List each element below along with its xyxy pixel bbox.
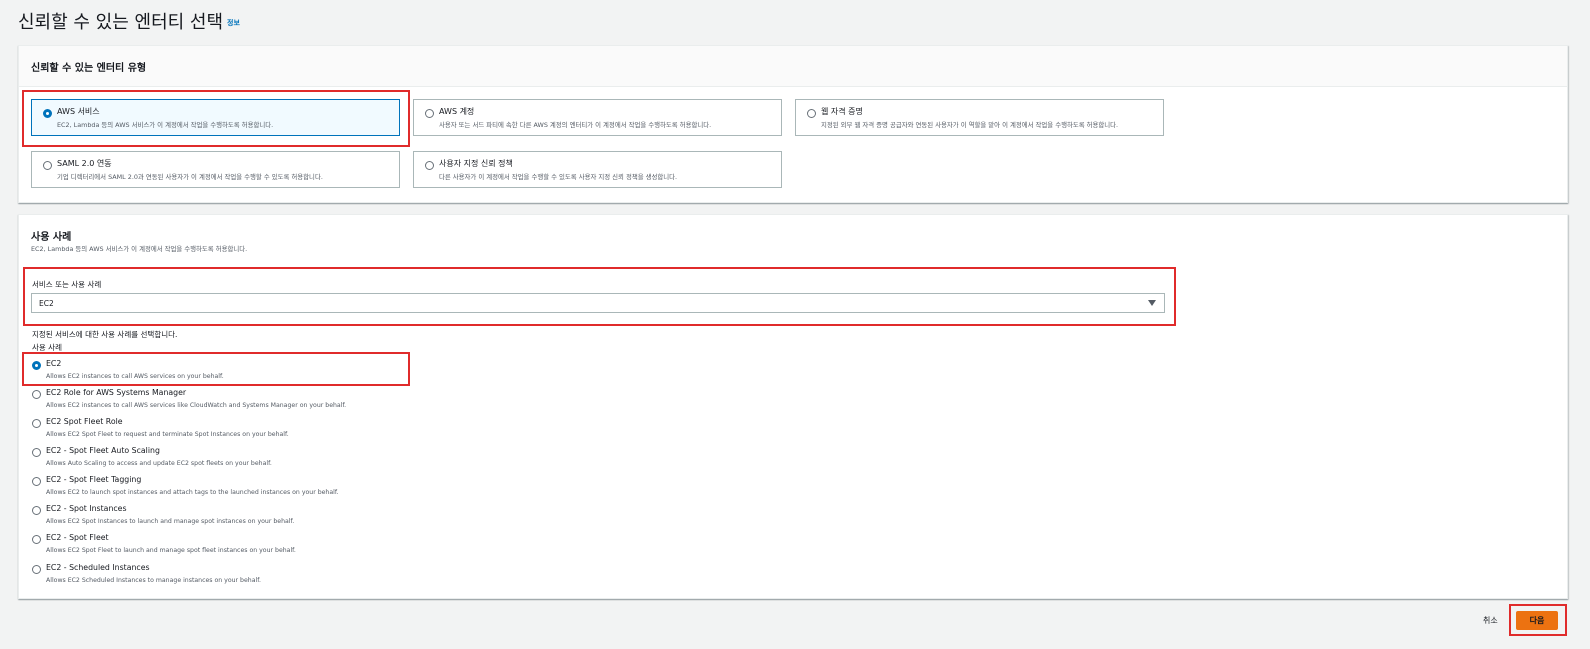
radio-aws-service[interactable] [43, 109, 52, 118]
entity-tile-saml[interactable]: SAML 2.0 연동 기업 디렉터리에서 SAML 2.0과 연동된 사용자가… [31, 151, 400, 188]
page-title-text: 신뢰할 수 있는 엔터티 선택 [18, 12, 224, 33]
radio-spot-fleet-auto-scaling[interactable] [32, 448, 41, 457]
trusted-entity-type-header: 신뢰할 수 있는 엔터티 유형 [19, 46, 1567, 87]
page-title: 신뢰할 수 있는 엔터티 선택 정보 [18, 8, 240, 34]
caret-down-icon [1148, 300, 1156, 306]
use-case-option-label: EC2 - Spot Instances [46, 504, 127, 513]
entity-tile-web-identity[interactable]: 웹 자격 증명 지정된 외부 웹 자격 증명 공급자와 연동된 사용자가 이 역… [795, 99, 1164, 136]
entity-tile-description: 다른 사용자가 이 계정에서 작업을 수행할 수 있도록 사용자 지정 신뢰 정… [439, 173, 678, 181]
use-case-option-label: EC2 - Spot Fleet Auto Scaling [46, 446, 160, 455]
use-case-option-spot-fleet[interactable]: EC2 - Spot Fleet Allows EC2 Spot Fleet t… [31, 531, 631, 557]
trusted-entity-type-panel: 신뢰할 수 있는 엔터티 유형 AWS 서비스 EC2, Lambda 등의 A… [18, 45, 1568, 203]
use-case-option-description: Allows EC2 to launch spot instances and … [46, 489, 339, 496]
use-case-option-description: Allows EC2 instances to call AWS service… [46, 402, 347, 409]
use-case-option-label: EC2 Spot Fleet Role [46, 417, 123, 426]
use-case-option-scheduled-instances[interactable]: EC2 - Scheduled Instances Allows EC2 Sch… [31, 561, 631, 587]
trusted-entity-type-title: 신뢰할 수 있는 엔터티 유형 [31, 63, 147, 74]
entity-tile-label: 웹 자격 증명 [821, 107, 863, 116]
radio-aws-account[interactable] [425, 109, 434, 118]
use-case-option-description: Allows EC2 Spot Fleet to request and ter… [46, 431, 289, 438]
use-case-option-description: Allows EC2 Spot Fleet to launch and mana… [46, 547, 296, 554]
radio-spot-instances[interactable] [32, 506, 41, 515]
use-case-help-text: 지정된 서비스에 대한 사용 사례를 선택합니다. [32, 330, 178, 339]
use-case-option-ec2[interactable]: EC2 Allows EC2 instances to call AWS ser… [31, 357, 631, 383]
radio-ec2[interactable] [32, 361, 41, 370]
entity-tile-aws-service[interactable]: AWS 서비스 EC2, Lambda 등의 AWS 서비스가 이 계정에서 작… [31, 99, 400, 136]
use-case-description: EC2, Lambda 등의 AWS 서비스가 이 계정에서 작업을 수행하도록… [31, 245, 248, 253]
use-case-option-ec2-ssm[interactable]: EC2 Role for AWS Systems Manager Allows … [31, 386, 631, 412]
entity-tile-label: AWS 서비스 [57, 107, 100, 116]
entity-tile-label: 사용자 지정 신뢰 정책 [439, 159, 513, 168]
next-button[interactable]: 다음 [1516, 611, 1558, 630]
use-case-list-label: 사용 사례 [32, 343, 62, 352]
radio-spot-fleet[interactable] [32, 535, 41, 544]
radio-saml[interactable] [43, 161, 52, 170]
use-case-option-spot-fleet-tagging[interactable]: EC2 - Spot Fleet Tagging Allows EC2 to l… [31, 473, 631, 499]
use-case-option-spot-fleet-auto-scaling[interactable]: EC2 - Spot Fleet Auto Scaling Allows Aut… [31, 444, 631, 470]
service-select-label: 서비스 또는 사용 사례 [32, 280, 102, 289]
use-case-title: 사용 사례 [31, 232, 72, 243]
use-case-panel: 사용 사례 EC2, Lambda 등의 AWS 서비스가 이 계정에서 작업을… [18, 214, 1568, 599]
radio-spot-fleet-tagging[interactable] [32, 477, 41, 486]
use-case-option-description: Allows EC2 instances to call AWS service… [46, 373, 224, 380]
use-case-option-description: Allows EC2 Scheduled Instances to manage… [46, 577, 261, 584]
entity-tile-description: 지정된 외부 웹 자격 증명 공급자와 연동된 사용자가 이 역할을 맡아 이 … [821, 121, 1119, 129]
use-case-option-description: Allows Auto Scaling to access and update… [46, 460, 272, 467]
use-case-option-spot-instances[interactable]: EC2 - Spot Instances Allows EC2 Spot Ins… [31, 502, 631, 528]
radio-custom-trust-policy[interactable] [425, 161, 434, 170]
radio-spot-fleet-role[interactable] [32, 419, 41, 428]
entity-tile-description: 사용자 또는 서드 파티에 속한 다른 AWS 계정의 엔터티가 이 계정에서 … [439, 121, 712, 129]
entity-tile-label: AWS 계정 [439, 107, 475, 116]
entity-tile-custom-trust-policy[interactable]: 사용자 지정 신뢰 정책 다른 사용자가 이 계정에서 작업을 수행할 수 있도… [413, 151, 782, 188]
use-case-option-label: EC2 - Spot Fleet Tagging [46, 475, 142, 484]
service-select-value: EC2 [39, 299, 54, 308]
entity-tile-label: SAML 2.0 연동 [57, 159, 112, 168]
use-case-option-description: Allows EC2 Spot Instances to launch and … [46, 518, 295, 525]
use-case-option-label: EC2 Role for AWS Systems Manager [46, 388, 187, 397]
entity-tile-description: EC2, Lambda 등의 AWS 서비스가 이 계정에서 작업을 수행하도록… [57, 121, 274, 129]
radio-web-identity[interactable] [807, 109, 816, 118]
entity-tile-aws-account[interactable]: AWS 계정 사용자 또는 서드 파티에 속한 다른 AWS 계정의 엔터티가 … [413, 99, 782, 136]
entity-tile-description: 기업 디렉터리에서 SAML 2.0과 연동된 사용자가 이 계정에서 작업을 … [57, 173, 323, 181]
use-case-option-label: EC2 - Scheduled Instances [46, 563, 150, 572]
info-link[interactable]: 정보 [227, 19, 240, 27]
service-select[interactable]: EC2 [31, 293, 1165, 313]
cancel-button[interactable]: 취소 [1483, 615, 1498, 626]
use-case-option-label: EC2 [46, 359, 62, 368]
radio-ec2-ssm[interactable] [32, 390, 41, 399]
radio-scheduled-instances[interactable] [32, 565, 41, 574]
use-case-option-spot-fleet-role[interactable]: EC2 Spot Fleet Role Allows EC2 Spot Flee… [31, 415, 631, 441]
use-case-option-label: EC2 - Spot Fleet [46, 533, 109, 542]
